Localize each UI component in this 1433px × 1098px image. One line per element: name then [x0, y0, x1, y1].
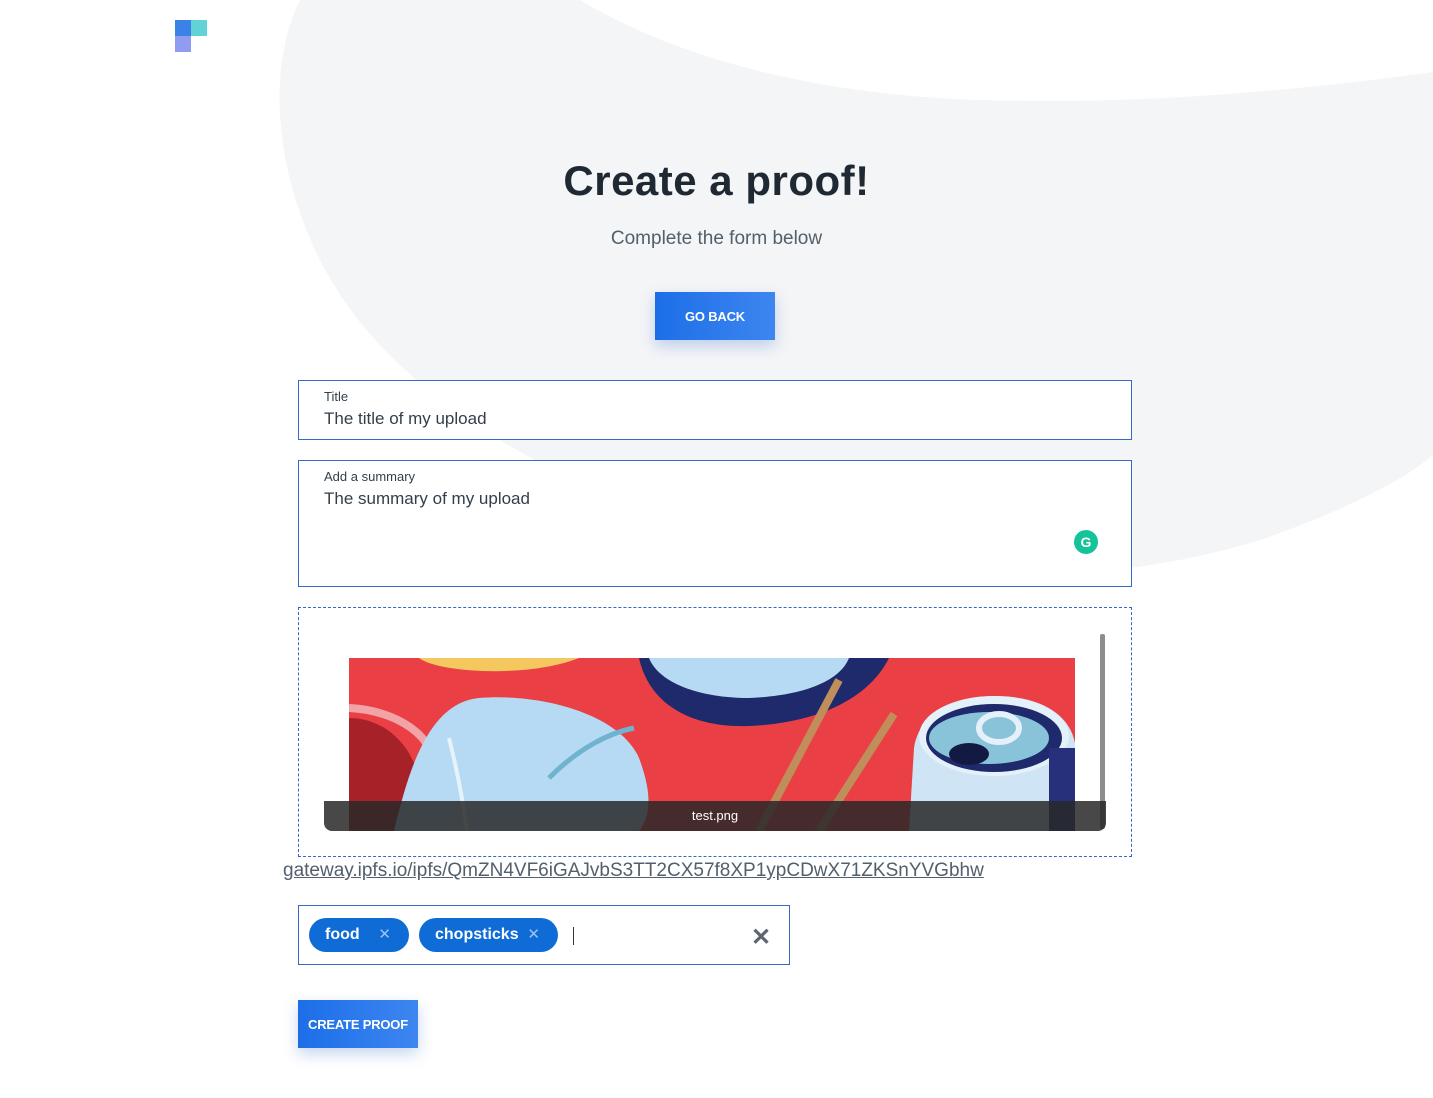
tag-chip[interactable]: chopsticks ✕ — [419, 918, 558, 952]
page-subtitle: Complete the form below — [610, 228, 823, 249]
tag-label: food — [325, 926, 360, 943]
tag-label: chopsticks — [435, 926, 519, 943]
title-label: Title — [324, 389, 349, 404]
summary-textarea[interactable]: The summary of my upload — [324, 489, 530, 509]
remove-tag-icon[interactable]: ✕ — [378, 918, 391, 952]
app-logo[interactable] — [175, 20, 207, 52]
tags-input[interactable]: food ✕ chopsticks ✕ ✕ — [298, 905, 790, 965]
scrollbar[interactable] — [1100, 634, 1105, 829]
grammarly-icon[interactable]: G — [1074, 530, 1098, 554]
filename-caption: test.png — [324, 801, 1106, 831]
logo-square — [175, 20, 191, 36]
logo-square — [175, 36, 191, 52]
summary-field[interactable]: Add a summary The summary of my upload G — [298, 460, 1132, 587]
file-dropzone[interactable]: test.png — [298, 607, 1132, 857]
clear-tags-icon[interactable]: ✕ — [751, 923, 771, 952]
create-proof-button[interactable]: CREATE PROOF — [298, 1000, 418, 1048]
title-input[interactable]: The title of my upload — [324, 409, 487, 429]
tag-chip[interactable]: food ✕ — [309, 918, 409, 952]
page-title: Create a proof! — [563, 157, 870, 204]
title-field[interactable]: Title The title of my upload — [298, 380, 1132, 440]
text-cursor — [573, 927, 574, 945]
logo-square — [191, 20, 207, 36]
remove-tag-icon[interactable]: ✕ — [527, 918, 540, 952]
summary-label: Add a summary — [324, 469, 416, 484]
ipfs-link[interactable]: gateway.ipfs.io/ipfs/QmZN4VF6iGAJvbS3TT2… — [283, 860, 984, 882]
go-back-button[interactable]: GO BACK — [655, 292, 775, 340]
